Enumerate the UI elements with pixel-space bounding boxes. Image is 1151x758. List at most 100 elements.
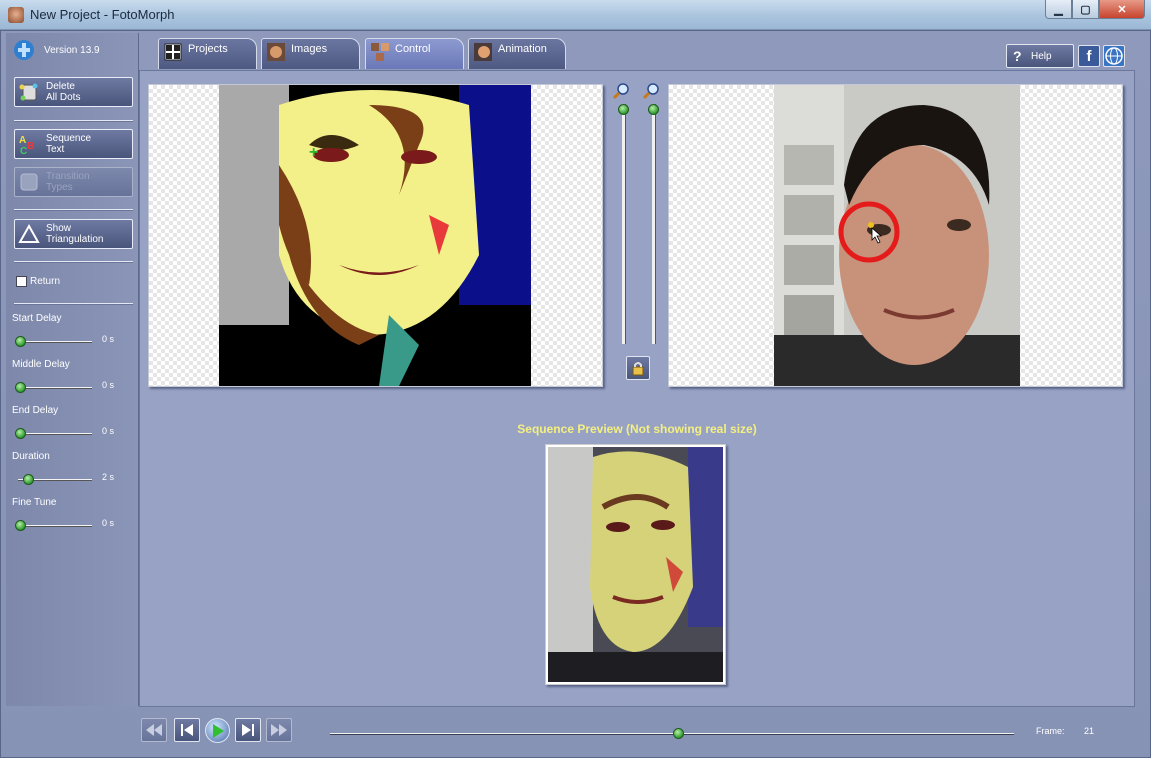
triangle-icon bbox=[18, 223, 40, 245]
question-icon: ? bbox=[1013, 48, 1022, 64]
preview-image bbox=[548, 447, 723, 682]
show-triangulation-button[interactable]: Show Triangulation bbox=[14, 219, 133, 249]
help-label: Help bbox=[1031, 50, 1052, 62]
timeline-knob[interactable] bbox=[673, 728, 684, 739]
tab-control[interactable]: Control bbox=[365, 38, 464, 69]
return-checkbox-box[interactable] bbox=[16, 276, 27, 287]
globe-icon[interactable] bbox=[1103, 45, 1125, 67]
middle-delay-slider[interactable] bbox=[15, 382, 92, 393]
close-button[interactable]: ✕ bbox=[1099, 0, 1145, 19]
divider bbox=[14, 303, 133, 305]
svg-text:B: B bbox=[27, 141, 34, 152]
return-checkbox[interactable]: Return bbox=[16, 276, 60, 287]
start-delay-label: Start Delay bbox=[12, 313, 62, 324]
first-frame-button[interactable] bbox=[141, 718, 167, 742]
delete-all-dots-button[interactable]: Delete All Dots bbox=[14, 77, 133, 107]
target-image[interactable] bbox=[774, 85, 1020, 386]
grid-icon bbox=[164, 43, 182, 61]
tab-images[interactable]: Images bbox=[261, 38, 360, 69]
return-label: Return bbox=[30, 276, 61, 287]
end-delay-value: 0 s bbox=[102, 426, 115, 436]
sidebar: Version 13.9 Delete All Dots ABC Sequence… bbox=[6, 33, 139, 706]
end-delay-label: End Delay bbox=[12, 405, 59, 416]
zoom-left-knob[interactable] bbox=[618, 104, 629, 115]
tab-control-label: Control bbox=[395, 43, 431, 55]
delete-line2: All Dots bbox=[46, 92, 81, 103]
end-delay-knob[interactable] bbox=[15, 428, 26, 439]
preview-title: Sequence Preview (Not showing real size) bbox=[517, 422, 757, 436]
svg-text:A: A bbox=[19, 135, 26, 146]
fine-tune-slider[interactable] bbox=[15, 520, 92, 531]
zoom-left-icon bbox=[613, 83, 629, 100]
zoom-left-slider[interactable] bbox=[618, 104, 629, 344]
delete-line1: Delete bbox=[46, 81, 75, 92]
start-delay-knob[interactable] bbox=[15, 336, 26, 347]
duration-knob[interactable] bbox=[23, 474, 34, 485]
window-title: New Project - FotoMorph bbox=[30, 7, 175, 22]
svg-text:+: + bbox=[309, 144, 318, 161]
fotomorph-logo-icon bbox=[14, 40, 34, 60]
divider bbox=[14, 209, 133, 211]
fine-tune-label: Fine Tune bbox=[12, 497, 57, 508]
fine-tune-value: 0 s bbox=[102, 518, 115, 528]
sequence-text-button[interactable]: ABC Sequence Text bbox=[14, 129, 133, 159]
version-label: Version 13.9 bbox=[44, 44, 100, 56]
zoom-right-slider[interactable] bbox=[648, 104, 659, 344]
start-delay-slider[interactable] bbox=[15, 336, 92, 347]
svg-text:C: C bbox=[20, 146, 27, 155]
end-delay-slider[interactable] bbox=[15, 428, 92, 439]
sequence-line2: Text bbox=[46, 144, 65, 155]
film-face-icon bbox=[474, 43, 492, 61]
start-delay-value: 0 s bbox=[102, 334, 115, 344]
minimize-button[interactable]: ▁ bbox=[1045, 0, 1072, 19]
window-controls: ▁ ▢ ✕ bbox=[1045, 0, 1145, 19]
transition-types-icon bbox=[18, 171, 40, 193]
text-abc-icon: ABC bbox=[18, 133, 40, 155]
transition-line2: Types bbox=[46, 182, 73, 193]
step-back-icon bbox=[181, 724, 193, 736]
transition-line1: Transition bbox=[46, 171, 90, 182]
lock-icon bbox=[632, 362, 644, 376]
help-button[interactable]: ? Help bbox=[1006, 44, 1074, 68]
skip-end-icon bbox=[271, 724, 287, 736]
tab-images-label: Images bbox=[291, 43, 328, 55]
app-icon bbox=[8, 7, 24, 23]
transition-types-button[interactable]: Transition Types bbox=[14, 167, 133, 197]
triangulation-line1: Show bbox=[46, 223, 72, 234]
tab-projects-label: Projects bbox=[188, 43, 228, 55]
next-frame-button[interactable] bbox=[235, 718, 261, 742]
sequence-line1: Sequence bbox=[46, 133, 92, 144]
play-icon bbox=[212, 723, 224, 738]
middle-delay-knob[interactable] bbox=[15, 382, 26, 393]
sequence-preview bbox=[545, 444, 726, 685]
step-forward-icon bbox=[242, 724, 254, 736]
middle-delay-label: Middle Delay bbox=[12, 359, 70, 370]
fine-tune-knob[interactable] bbox=[15, 520, 26, 531]
triangulation-line2: Triangulation bbox=[46, 234, 104, 245]
source-image-panel[interactable]: + bbox=[148, 84, 603, 387]
title-bar: New Project - FotoMorph ▁ ▢ ✕ bbox=[0, 0, 1151, 30]
zoom-right-knob[interactable] bbox=[648, 104, 659, 115]
target-image-panel[interactable] bbox=[668, 84, 1123, 387]
duration-value: 2 s bbox=[102, 472, 115, 482]
control-icon bbox=[371, 43, 389, 61]
skip-start-icon bbox=[146, 724, 162, 736]
previous-frame-button[interactable] bbox=[174, 718, 200, 742]
zoom-right-icon bbox=[643, 83, 659, 100]
duration-label: Duration bbox=[12, 451, 50, 462]
play-button[interactable] bbox=[205, 718, 230, 743]
divider bbox=[14, 120, 133, 122]
facebook-button[interactable]: f bbox=[1078, 45, 1100, 67]
frame-value: 21 bbox=[1084, 726, 1095, 736]
lock-button[interactable] bbox=[626, 356, 650, 380]
delete-dots-icon bbox=[18, 81, 40, 103]
source-image[interactable]: + bbox=[219, 85, 531, 386]
tab-projects[interactable]: Projects bbox=[158, 38, 257, 69]
maximize-button[interactable]: ▢ bbox=[1072, 0, 1099, 19]
timeline-slider[interactable] bbox=[330, 728, 1014, 739]
duration-slider[interactable] bbox=[18, 474, 92, 485]
last-frame-button[interactable] bbox=[266, 718, 292, 742]
tab-animation[interactable]: Animation bbox=[468, 38, 566, 69]
version-info: Version 13.9 bbox=[14, 40, 100, 60]
middle-delay-value: 0 s bbox=[102, 380, 115, 390]
